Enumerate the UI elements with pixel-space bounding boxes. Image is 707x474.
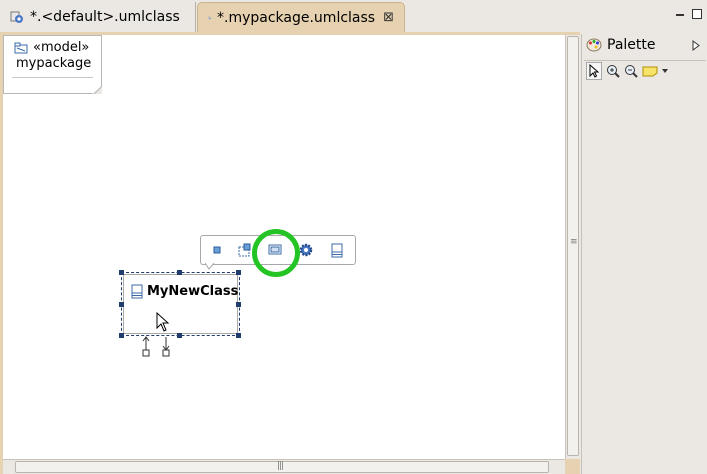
resize-handle-n[interactable] [177, 270, 182, 275]
resize-handle-sw[interactable] [119, 333, 124, 338]
resize-handle-w[interactable] [119, 302, 124, 307]
highlight-circle [252, 229, 300, 277]
resize-handle-e[interactable] [236, 302, 241, 307]
tab-label: *.mypackage.umlclass [217, 9, 376, 26]
resize-handle-nw[interactable] [119, 270, 124, 275]
tab-mypackage-umlclass[interactable]: *.mypackage.umlclass ⊠ [197, 2, 405, 32]
package-name: mypackage [16, 56, 92, 71]
palette-icon [586, 38, 602, 52]
zoom-in-icon[interactable] [606, 64, 620, 78]
add-attribute-icon[interactable] [209, 242, 225, 258]
palette-header: Palette [582, 34, 707, 56]
resize-handle-se[interactable] [236, 333, 241, 338]
close-tab-icon[interactable]: ⊠ [383, 10, 394, 25]
zoom-out-icon[interactable] [624, 64, 638, 78]
palette-title: Palette [607, 37, 656, 53]
minimize-icon[interactable] [676, 14, 684, 16]
scroll-grip-icon: ≡ [570, 237, 577, 247]
palette-panel: Palette [581, 34, 707, 474]
package-fold-corner [92, 86, 103, 95]
mouse-cursor-icon [156, 312, 170, 332]
popup-toolbar-pointer [205, 263, 215, 270]
class-name: MyNewClass [147, 284, 239, 299]
vertical-scrollbar[interactable]: ≡ [565, 35, 580, 459]
package-stereotype-row: «model» [14, 40, 89, 55]
class-icon [131, 284, 143, 299]
editor-tab-bar: *.<default>.umlclass *.mypackage.umlclas… [0, 0, 707, 33]
dropdown-arrow-icon[interactable] [662, 68, 668, 73]
class-title-row: MyNewClass [131, 284, 238, 299]
tab-label: *.<default>.umlclass [30, 9, 180, 25]
connection-handles [142, 336, 170, 357]
uml-file-icon [208, 16, 211, 19]
package-icon [14, 42, 28, 53]
package-node[interactable]: «model» mypackage [3, 35, 102, 94]
horizontal-scrollbar[interactable]: ||| [3, 459, 565, 474]
scroll-grip-icon: ||| [277, 461, 284, 471]
uml-file-icon [10, 11, 23, 23]
class-node[interactable]: MyNewClass [123, 274, 238, 334]
resize-handle-ne[interactable] [236, 270, 241, 275]
add-gear-icon[interactable] [298, 242, 314, 258]
add-class-icon[interactable] [329, 242, 345, 258]
note-tool-icon[interactable] [642, 65, 658, 77]
tab-default-umlclass[interactable]: *.<default>.umlclass [0, 2, 196, 32]
add-operation-icon[interactable] [237, 242, 253, 258]
palette-expand-icon[interactable] [692, 39, 700, 51]
maximize-icon[interactable] [692, 9, 702, 19]
package-stereotype: «model» [33, 40, 90, 55]
resize-handle-s[interactable] [177, 333, 182, 338]
palette-toolbar [584, 60, 706, 80]
select-tool-icon[interactable] [586, 61, 602, 80]
package-divider [12, 77, 93, 78]
